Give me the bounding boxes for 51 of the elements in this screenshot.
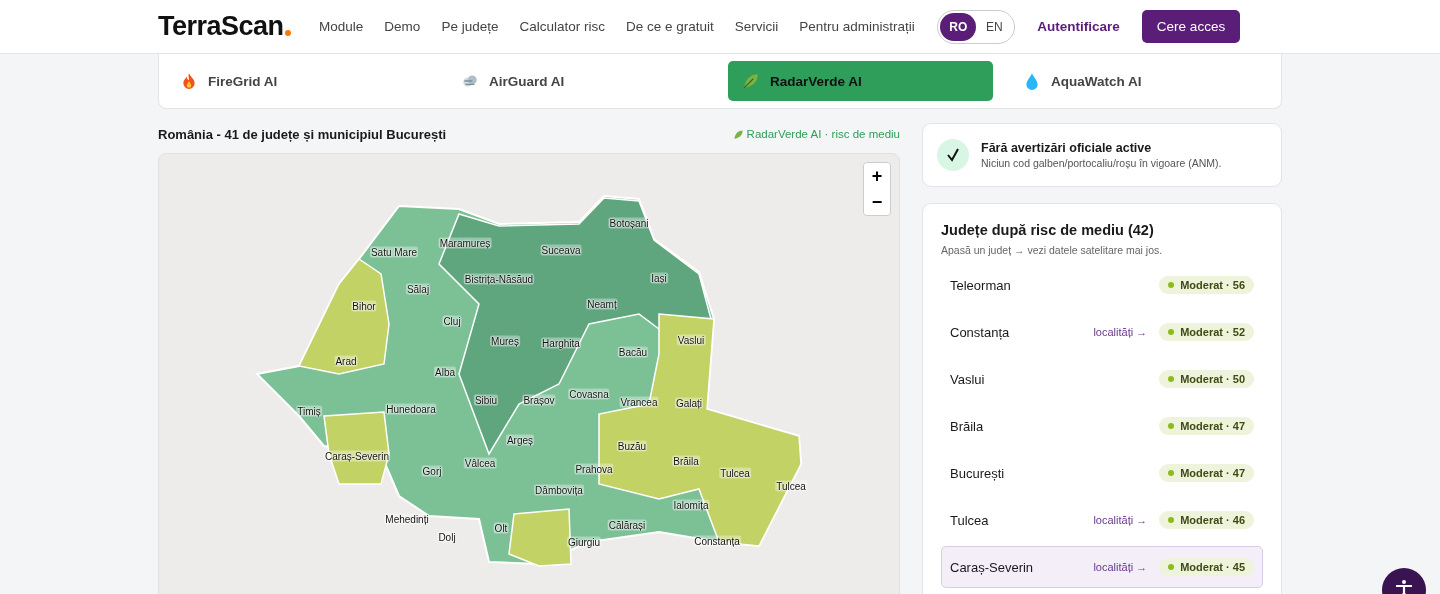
language-option[interactable]: RO	[940, 12, 977, 41]
county-row[interactable]: Caraș-Severin localități → Moderat · 45	[941, 546, 1263, 588]
county-label[interactable]: Gorj	[421, 465, 443, 477]
risk-badge: Moderat · 46	[1159, 511, 1254, 529]
nav-link[interactable]: Demo	[373, 19, 431, 34]
county-row[interactable]: Constanța localități → Moderat · 52	[941, 311, 1263, 353]
nav-link[interactable]: Calculator risc	[508, 19, 616, 34]
nav-link[interactable]: Servicii	[724, 19, 789, 34]
leaf-icon	[732, 128, 744, 140]
nav-link[interactable]: Pentru administrații	[788, 19, 926, 34]
login-link[interactable]: Autentificare	[1037, 19, 1120, 34]
localities-link[interactable]: localități →	[1093, 514, 1148, 526]
flame-icon	[180, 72, 198, 90]
county-label[interactable]: Timiș	[296, 405, 322, 417]
product-tab[interactable]: RadarVerde AI	[728, 61, 993, 101]
county-row[interactable]: București Moderat · 47	[941, 452, 1263, 494]
product-tab[interactable]: AirGuard AI	[447, 61, 712, 101]
risk-badge: Moderat · 50	[1159, 370, 1254, 388]
risk-badge: Moderat · 47	[1159, 464, 1254, 482]
alert-title: Fără avertizări oficiale active	[981, 141, 1153, 155]
cloud-icon	[461, 72, 479, 90]
product-tab[interactable]: AquaWatch AI	[1009, 61, 1274, 101]
language-option[interactable]: EN	[976, 12, 1013, 41]
map-title: România - 41 de județe și municipiul București	[158, 126, 447, 142]
nav-link[interactable]: Module	[308, 19, 374, 34]
county-row[interactable]: Teleorman Moderat · 56	[941, 264, 1263, 306]
leaf-icon	[742, 72, 760, 90]
nav-link[interactable]: Pe județe	[430, 19, 509, 34]
nav-link[interactable]: De ce e gratuit	[615, 19, 725, 34]
request-access-button[interactable]: Cere acces	[1141, 10, 1241, 43]
risk-badge: Moderat · 52	[1159, 323, 1254, 341]
county-row[interactable]: Tulcea localități → Moderat · 46	[941, 499, 1263, 541]
ranking-title: Județe după risc de mediu (42)	[941, 222, 1155, 238]
county-label[interactable]: Vâlcea	[463, 457, 497, 469]
logo[interactable]: TerraScan	[158, 11, 284, 42]
logo-dot-icon	[284, 30, 291, 36]
map-source-label: RadarVerde AI · risc de mediu	[746, 128, 900, 140]
county-row[interactable]: Brăila Moderat · 47	[941, 405, 1263, 447]
check-icon	[937, 139, 969, 171]
county-row[interactable]: Vaslui Moderat · 50	[941, 358, 1263, 400]
risk-badge: Moderat · 47	[1159, 417, 1254, 435]
risk-badge: Moderat · 45	[1159, 558, 1254, 576]
county-label[interactable]: Vrancea	[619, 396, 659, 408]
product-tab[interactable]: FireGrid AI	[166, 61, 431, 101]
risk-badge: Moderat · 56	[1159, 276, 1254, 294]
water-drop-icon	[1023, 72, 1041, 90]
county-label[interactable]: Tulcea	[719, 467, 751, 479]
ranking-hint: Apasă un județ → vezi datele satelitare mai jos.	[941, 244, 1164, 256]
alert-text: Niciun cod galben/portocaliu/roșu în vigoare (ANM).	[981, 157, 1222, 169]
localities-link[interactable]: localități →	[1093, 561, 1148, 573]
localities-link[interactable]: localități →	[1093, 326, 1148, 338]
